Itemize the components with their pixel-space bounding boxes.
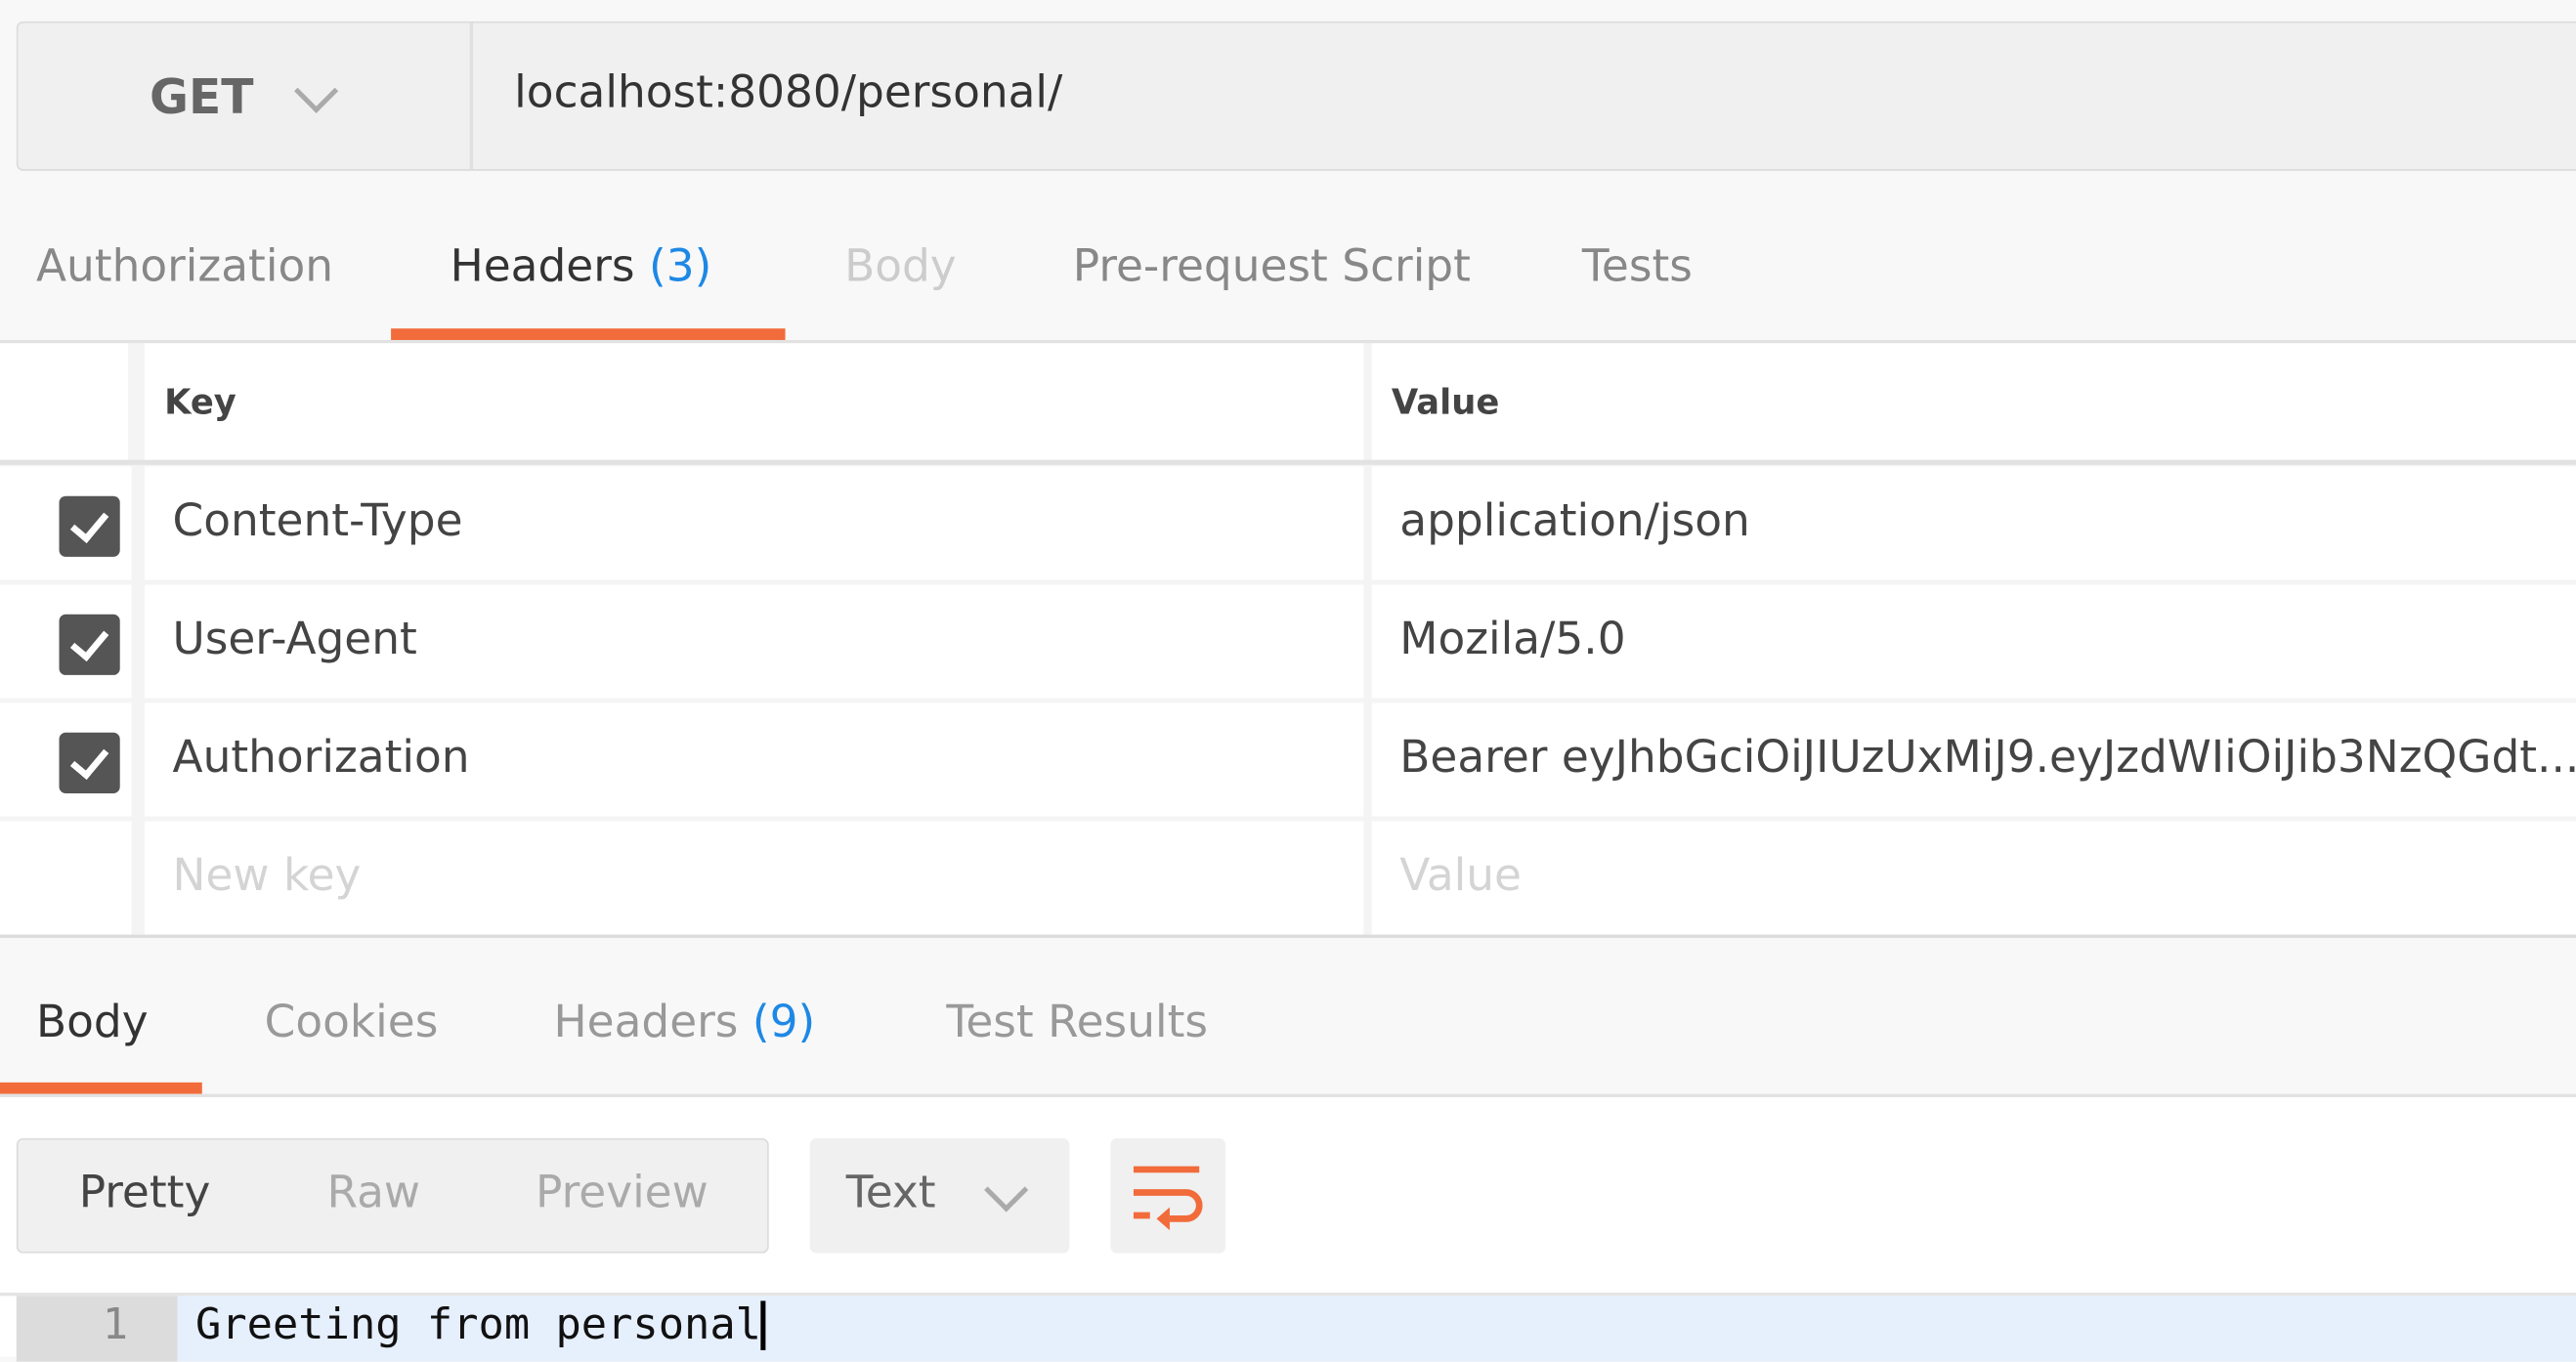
- key-text: User-Agent: [172, 614, 417, 665]
- headers-count: (9): [751, 997, 816, 1048]
- url-input[interactable]: localhost:8080/personal/: [514, 67, 1062, 118]
- row-checkbox-cell: [0, 584, 132, 699]
- tab-label: Test Results: [946, 997, 1209, 1048]
- header-value-field[interactable]: application/json: [1371, 466, 2576, 580]
- chevron-down-icon: [294, 68, 339, 113]
- preview-button[interactable]: Preview: [536, 1168, 708, 1218]
- key-text: Content-Type: [172, 495, 463, 547]
- headers-count: (3): [649, 241, 712, 293]
- tab-label: Body: [844, 241, 957, 293]
- new-key-input[interactable]: New key: [144, 821, 1364, 935]
- value-column-header: Value: [1371, 343, 2576, 460]
- response-tab-test-results[interactable]: Test Results: [946, 997, 1208, 1047]
- tab-pre-request-script[interactable]: Pre-request Script: [1073, 241, 1471, 292]
- value-text: Mozila/5.0: [1399, 614, 1626, 665]
- raw-button[interactable]: Raw: [327, 1168, 420, 1218]
- method-select[interactable]: GET: [18, 22, 474, 170]
- value-header-label: Value: [1391, 382, 1500, 423]
- tab-label: Cookies: [264, 997, 439, 1048]
- new-value-input[interactable]: Value: [1371, 821, 2576, 935]
- active-tab-indicator: [0, 1082, 202, 1094]
- active-tab-indicator: [391, 328, 786, 340]
- wrap-lines-icon: [1133, 1166, 1203, 1231]
- tab-label: Headers: [450, 241, 635, 293]
- checkbox-checked[interactable]: [59, 495, 120, 557]
- tab-label: Pre-request Script: [1072, 241, 1471, 293]
- header-key-field[interactable]: Content-Type: [144, 466, 1364, 580]
- chevron-down-icon: [984, 1168, 1029, 1213]
- format-label: Text: [845, 1168, 936, 1219]
- key-text: Authorization: [172, 732, 470, 784]
- response-tab-headers[interactable]: Headers (9): [554, 997, 816, 1047]
- row-checkbox-cell: [0, 821, 132, 935]
- header-key-field[interactable]: Authorization: [144, 702, 1364, 817]
- tab-label: Tests: [1581, 241, 1693, 293]
- checkbox-column-header: [0, 343, 129, 460]
- headers-table: Key Value Content-Type application/json …: [0, 343, 2576, 935]
- tab-headers[interactable]: Headers (3): [451, 241, 712, 292]
- header-key-field[interactable]: User-Agent: [144, 584, 1364, 699]
- row-checkbox-cell: [0, 702, 132, 817]
- row-checkbox-cell: [0, 466, 132, 580]
- request-url-bar: GET localhost:8080/personal/: [16, 21, 2576, 171]
- response-text: Greeting from personal: [195, 1300, 767, 1350]
- header-value-field[interactable]: Bearer eyJhbGciOiJIUzUxMiJ9.eyJzdWIiOiJi…: [1371, 702, 2576, 817]
- tab-body[interactable]: Body: [844, 241, 957, 292]
- method-label: GET: [149, 68, 254, 125]
- divider: [0, 934, 2576, 938]
- divider: [0, 459, 2576, 465]
- checkbox-checked[interactable]: [59, 732, 120, 793]
- pretty-button[interactable]: Pretty: [79, 1168, 211, 1218]
- code-line[interactable]: Greeting from personal: [177, 1296, 2576, 1362]
- key-placeholder: New key: [172, 850, 362, 902]
- tab-label: Headers: [553, 997, 739, 1048]
- response-tab-body[interactable]: Body: [36, 997, 149, 1047]
- key-header-label: Key: [164, 382, 236, 423]
- key-column-header: Key: [144, 343, 1364, 460]
- checkbox-checked[interactable]: [59, 614, 120, 675]
- postman-request-panel: GET localhost:8080/personal/ Authorizati…: [0, 0, 2576, 1362]
- format-select[interactable]: Text: [809, 1138, 1070, 1254]
- tab-label: Authorization: [35, 241, 334, 293]
- value-placeholder: Value: [1399, 850, 1522, 902]
- line-number: 1: [102, 1300, 129, 1350]
- header-value-field[interactable]: Mozila/5.0: [1371, 584, 2576, 699]
- tab-tests[interactable]: Tests: [1582, 241, 1693, 292]
- line-number-gutter: 1: [16, 1296, 178, 1362]
- wrap-lines-button[interactable]: [1110, 1138, 1226, 1254]
- response-tab-cookies[interactable]: Cookies: [265, 997, 439, 1047]
- tab-label: Body: [35, 997, 149, 1048]
- tab-authorization[interactable]: Authorization: [36, 241, 333, 292]
- value-text: application/json: [1399, 495, 1750, 547]
- value-text: Bearer eyJhbGciOiJIUzUxMiJ9.eyJzdWIiOiJi…: [1399, 732, 2576, 784]
